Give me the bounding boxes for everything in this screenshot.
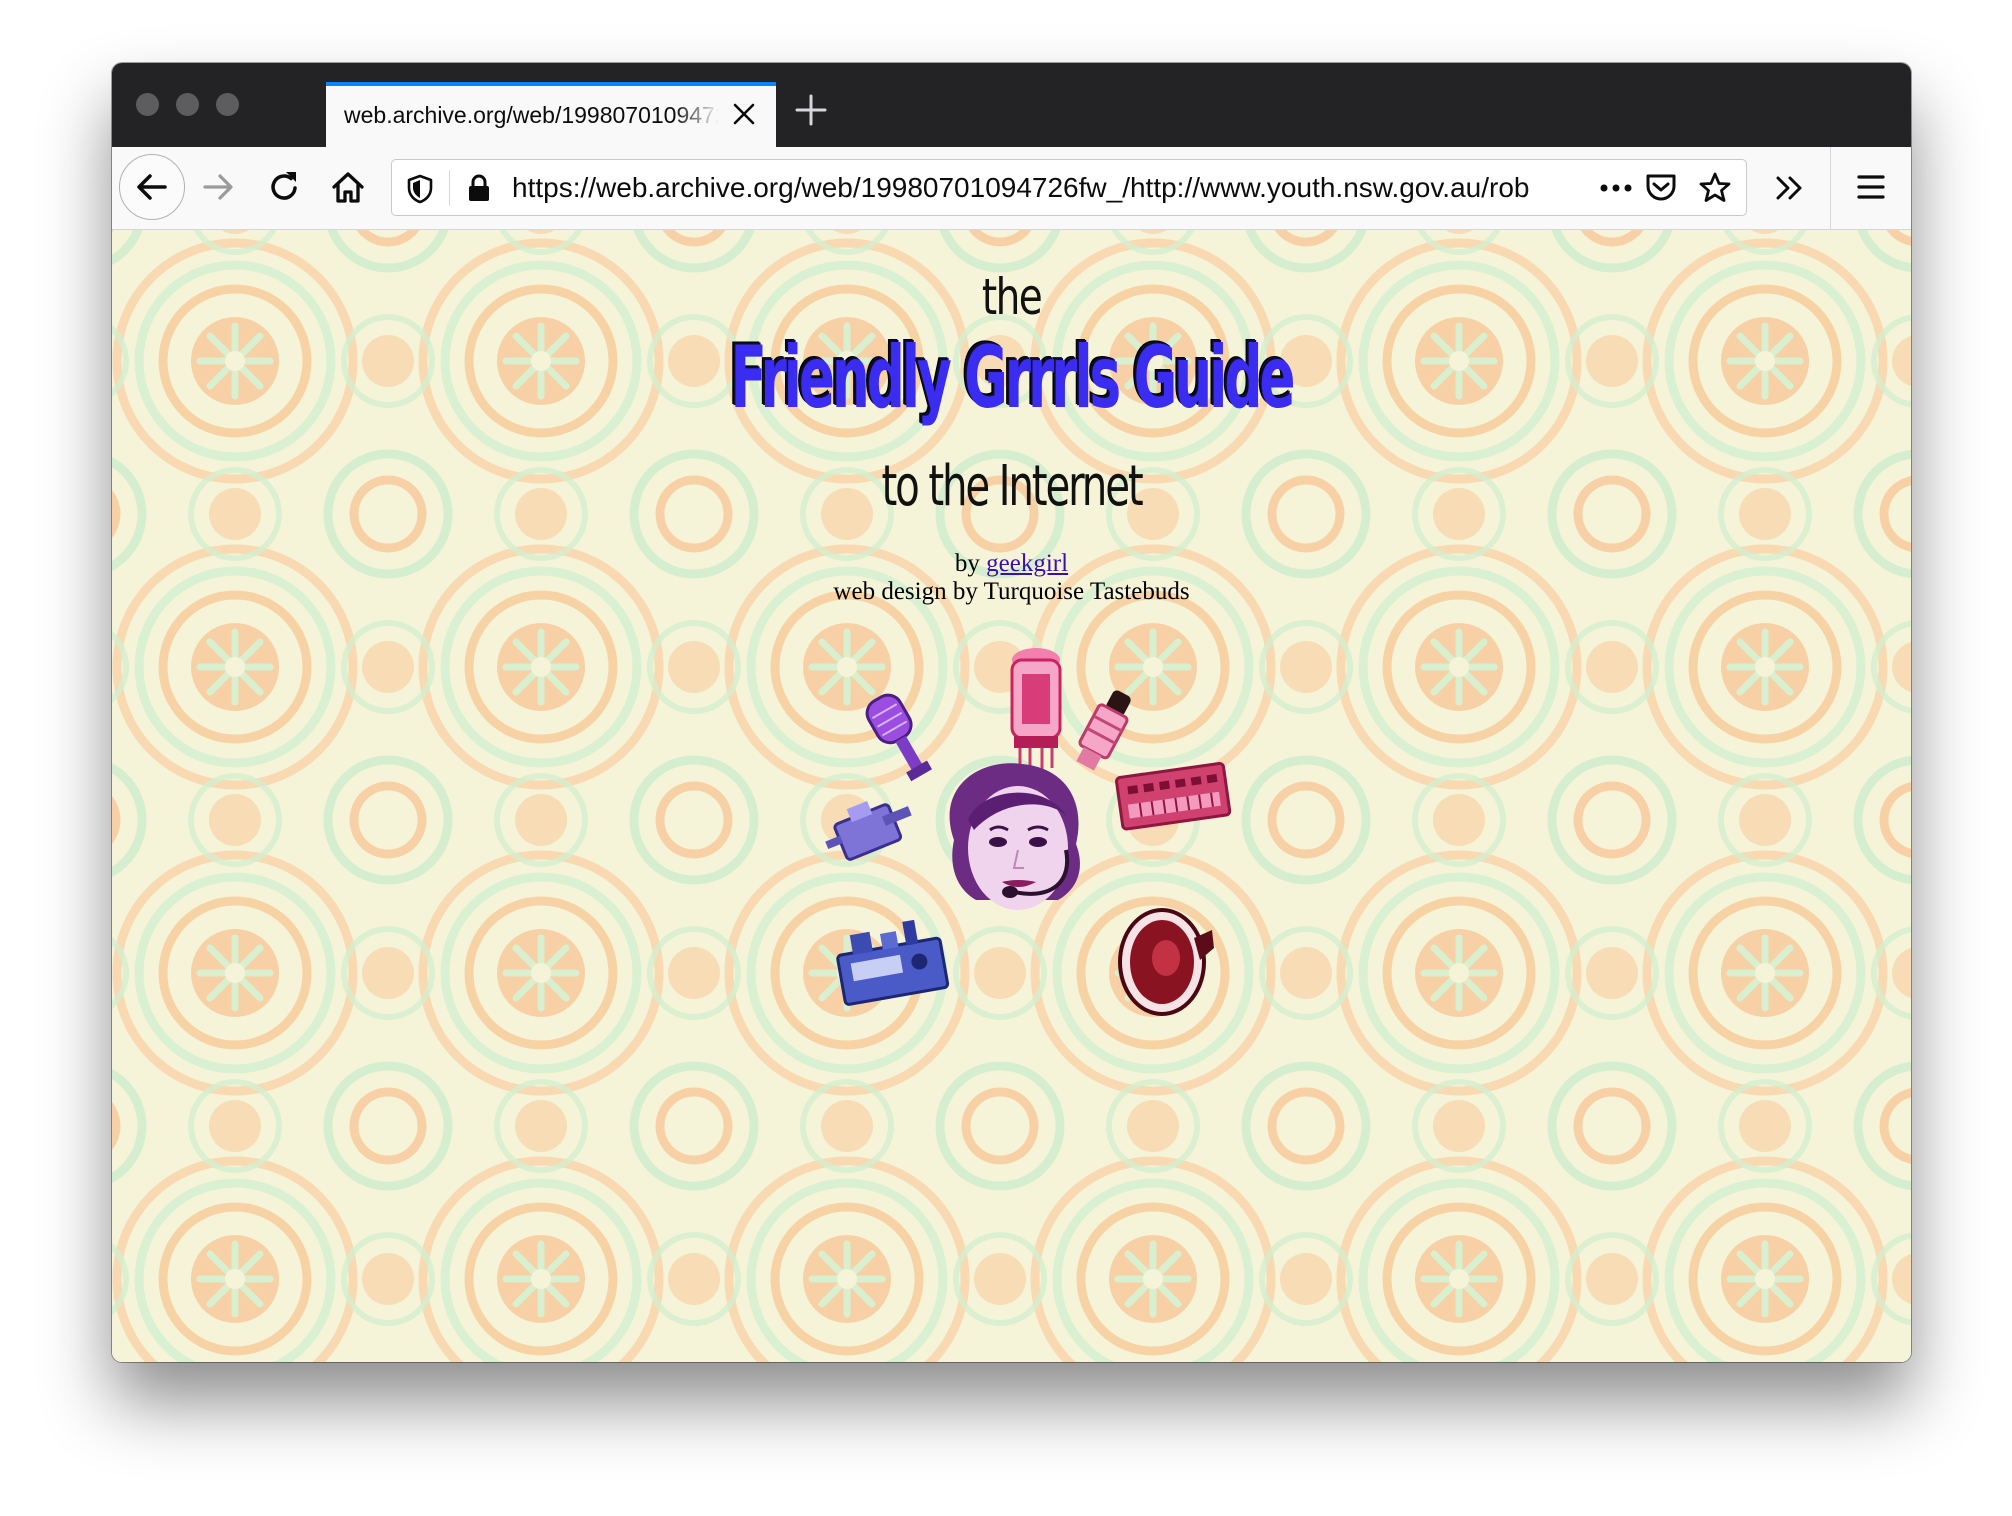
close-window-button[interactable]: [136, 93, 159, 116]
tab-active[interactable]: web.archive.org/web/1998070109472: [326, 82, 776, 147]
zoom-window-button[interactable]: [216, 93, 239, 116]
window-controls: [136, 93, 239, 116]
browser-window: web.archive.org/web/1998070109472 https:…: [112, 63, 1911, 1362]
byline: by geekgirl web design by Turquoise Tast…: [112, 550, 1911, 606]
shield-icon[interactable]: [406, 174, 434, 204]
retro-tech-collage-image: [825, 648, 1232, 1016]
tab-title: web.archive.org/web/1998070109472: [344, 102, 719, 128]
woman-headset-portrait-image: [949, 763, 1080, 910]
arrow-left-icon: [137, 174, 167, 200]
hamburger-menu-icon[interactable]: [1856, 173, 1886, 201]
vintage-radio-icon: [836, 919, 950, 1006]
new-tab-icon[interactable]: [794, 93, 828, 127]
home-icon: [332, 172, 364, 203]
reload-icon: [271, 172, 297, 200]
reload-button[interactable]: [264, 167, 304, 207]
minimize-window-button[interactable]: [176, 93, 199, 116]
connector-plug-icon: [1076, 690, 1131, 771]
more-actions-icon[interactable]: [1598, 177, 1634, 199]
by-label: by: [954, 550, 980, 577]
home-button[interactable]: [326, 165, 370, 209]
url-bar[interactable]: https://web.archive.org/web/199807010947…: [391, 159, 1747, 216]
navigation-toolbar: https://web.archive.org/web/199807010947…: [112, 147, 1911, 230]
bookmark-star-icon[interactable]: [1698, 171, 1732, 205]
toggle-switch-icon: [825, 801, 912, 861]
synthesizer-icon: [1115, 761, 1232, 831]
vacuum-tube-icon: [1010, 648, 1062, 770]
site-subtitle: to the Internet: [881, 454, 1144, 519]
lock-icon[interactable]: [466, 173, 492, 203]
url-text[interactable]: https://web.archive.org/web/199807010947…: [512, 172, 1577, 204]
close-icon[interactable]: [730, 100, 758, 128]
heading-the: the: [981, 268, 1043, 326]
design-credit: web design by Turquoise Tastebuds: [833, 578, 1190, 605]
microphone-icon: [865, 693, 932, 782]
speaker-icon: [1118, 908, 1214, 1016]
arrow-right-icon: [203, 174, 233, 200]
pocket-icon[interactable]: [1644, 172, 1678, 204]
page-viewport[interactable]: the Friendly Grrrls Guide to the Interne…: [112, 230, 1911, 1362]
forward-button[interactable]: [198, 167, 238, 207]
site-title: Friendly Grrrls Guide: [730, 328, 1296, 428]
overflow-chevron-icon[interactable]: [1774, 173, 1806, 203]
tab-bar: web.archive.org/web/1998070109472: [112, 63, 1911, 147]
back-button[interactable]: [119, 154, 185, 220]
author-link[interactable]: geekgirl: [986, 550, 1068, 577]
